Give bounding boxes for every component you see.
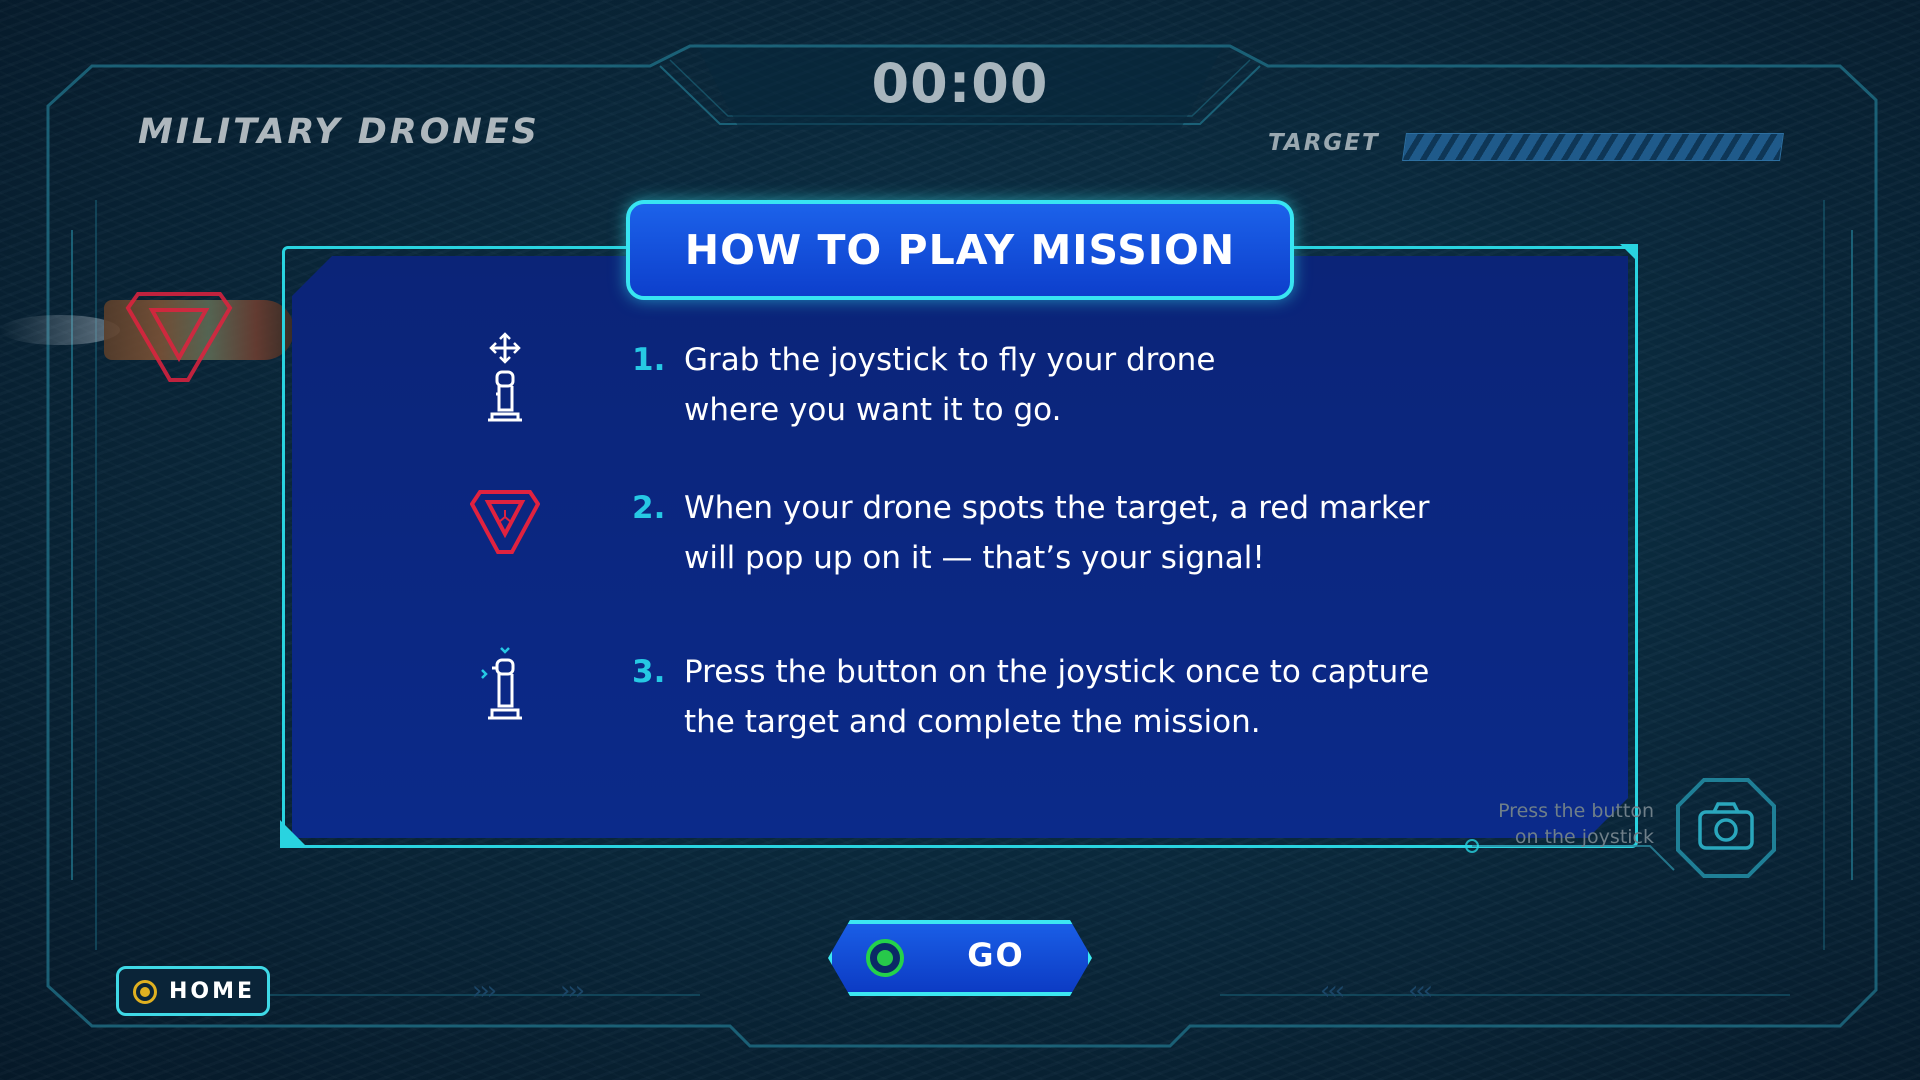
home-indicator-icon [133, 980, 157, 1004]
hint-line: Press the button [1498, 800, 1654, 822]
step-line: will pop up on it — that’s your signal! [684, 540, 1265, 576]
step-line: Press the button on the joystick once to… [684, 654, 1430, 690]
dialog-title: HOW TO PLAY MISSION [684, 226, 1236, 274]
chevron-left-icon: ‹‹‹ [1408, 976, 1433, 1006]
step-line: Grab the joystick to fly your drone [684, 342, 1216, 378]
go-button-label: GO [967, 936, 1025, 974]
step-text: Press the button on the joystick once to… [684, 647, 1544, 747]
step-line: the target and complete the mission. [684, 704, 1261, 740]
dialog-corner-accent [280, 820, 308, 848]
joystick-move-icon [488, 332, 522, 422]
step-text: Grab the joystick to fly your drone wher… [684, 335, 1544, 435]
chevron-right-icon: ››› [472, 976, 497, 1006]
step-text: When your drone spots the target, a red … [684, 483, 1544, 583]
target-progress-bar [1402, 133, 1784, 161]
target-marker-icon [470, 490, 540, 554]
step-line: where you want it to go. [684, 392, 1062, 428]
step-number: 2. [632, 490, 666, 526]
mission-timer: 00:00 [871, 52, 1049, 115]
go-indicator-icon [866, 939, 904, 977]
dialog-header: HOW TO PLAY MISSION [626, 200, 1294, 300]
camera-button[interactable] [1674, 776, 1778, 880]
step-number: 1. [632, 342, 666, 378]
dialog-corner-accent [1620, 244, 1638, 262]
target-marker-icon [125, 292, 233, 382]
home-button[interactable]: HOME [116, 966, 270, 1016]
step-number: 3. [632, 654, 666, 690]
hint-line: on the joystick [1514, 826, 1654, 848]
camera-icon [1698, 802, 1754, 850]
chevron-right-icon: ››› [560, 976, 585, 1006]
joystick-press-icon [481, 647, 522, 720]
home-button-label: HOME [169, 979, 256, 1004]
step-line: When your drone spots the target, a red … [684, 490, 1430, 526]
go-button[interactable]: GO [828, 920, 1092, 996]
chevron-left-icon: ‹‹‹ [1320, 976, 1345, 1006]
target-label: TARGET [1268, 130, 1380, 156]
game-title: MILITARY DRONES [138, 112, 540, 152]
camera-hint-text: Press the button on the joystick [1448, 798, 1654, 850]
ship-wake [0, 315, 120, 345]
